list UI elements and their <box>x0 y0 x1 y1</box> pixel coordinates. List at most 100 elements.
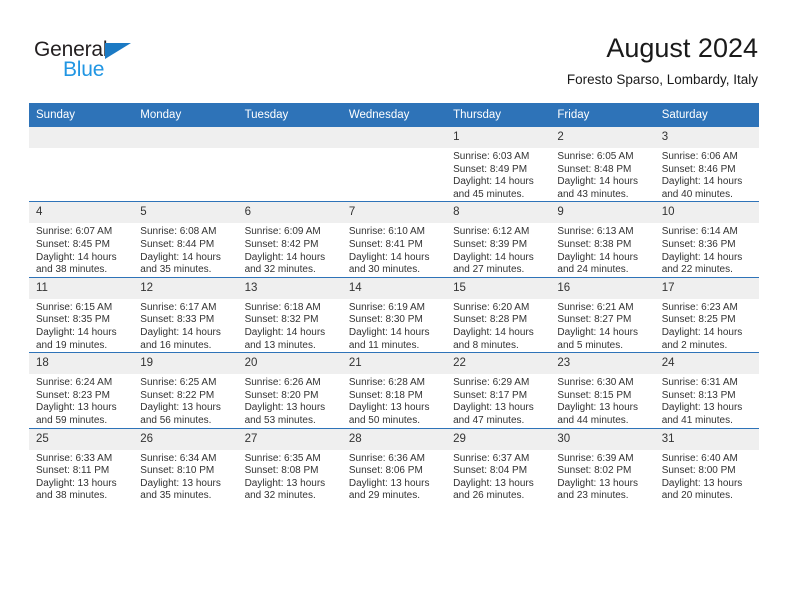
day-details: Sunrise: 6:33 AM Sunset: 8:11 PM Daylight:… <box>29 450 133 503</box>
weekday-header-sunday: Sunday <box>29 103 134 127</box>
calendar-day-cell[interactable]: 28 Sunrise: 6:36 AM Sunset: 8:06 PM Dayligh… <box>341 427 447 503</box>
calendar-day-cell[interactable]: 6 Sunrise: 6:09 AM Sunset: 8:42 PM Daylight… <box>237 201 342 278</box>
day-number: 3 <box>654 127 759 148</box>
day-detail-line: Sunset: 8:27 PM <box>557 314 632 326</box>
day-details: Sunrise: 6:30 AM Sunset: 8:15 PM Daylight:… <box>550 374 654 427</box>
day-detail-line: Sunset: 8:35 PM <box>36 314 110 326</box>
calendar-day-cell[interactable]: 30 Sunrise: 6:39 AM Sunset: 8:02 PM Dayligh… <box>550 427 655 503</box>
calendar-day-cell[interactable]: 26 Sunrise: 6:34 AM Sunset: 8:10 PM Dayligh… <box>133 427 238 503</box>
day-detail-line: Sunset: 8:48 PM <box>557 163 632 175</box>
day-detail-line: Sunset: 8:11 PM <box>36 465 110 477</box>
calendar-week-row: 25 Sunrise: 6:33 AM Sunset: 8:11 PM Dayligh… <box>29 427 759 503</box>
calendar-day-cell[interactable]: 29 Sunrise: 6:37 AM Sunset: 8:04 PM Dayligh… <box>446 427 551 503</box>
calendar-day-cell[interactable]: 8 Sunrise: 6:12 AM Sunset: 8:39 PM Daylight… <box>446 201 551 278</box>
day-details: Sunrise: 6:23 AM Sunset: 8:25 PM Daylight:… <box>655 299 759 352</box>
weekday-header-friday: Friday <box>550 103 655 127</box>
calendar-day-cell[interactable]: 23 Sunrise: 6:30 AM Sunset: 8:15 PM Dayligh… <box>550 352 655 428</box>
calendar-day-cell[interactable]: 12 Sunrise: 6:17 AM Sunset: 8:33 PM Dayligh… <box>133 276 238 353</box>
day-number: 29 <box>446 428 551 450</box>
day-detail-line: Sunrise: 6:23 AM <box>661 301 738 313</box>
calendar-day-cell[interactable]: 5 Sunrise: 6:08 AM Sunset: 8:44 PM Daylight… <box>133 201 238 278</box>
day-detail-line: and 11 minutes. <box>348 339 420 351</box>
day-detail-line: and 20 minutes. <box>661 490 733 502</box>
title-block: August 2024 Foresto Sparso, Lombardy, It… <box>567 32 758 90</box>
day-number: 21 <box>341 353 447 375</box>
day-number: 20 <box>237 353 342 375</box>
day-detail-line: and 40 minutes. <box>661 188 733 200</box>
day-detail-line: Sunset: 8:23 PM <box>36 389 110 401</box>
day-details: Sunrise: 6:12 AM Sunset: 8:39 PM Daylight:… <box>446 223 550 276</box>
general-blue-logo[interactable]: General Blue <box>34 38 204 84</box>
calendar-day-cell[interactable]: 18 Sunrise: 6:24 AM Sunset: 8:23 PM Dayligh… <box>29 352 134 428</box>
day-detail-line: Sunset: 8:17 PM <box>453 389 528 401</box>
calendar-day-cell[interactable]: 4 Sunrise: 6:07 AM Sunset: 8:45 PM Daylight… <box>29 201 134 278</box>
day-detail-line: and 38 minutes. <box>36 264 108 276</box>
day-detail-line: Sunrise: 6:29 AM <box>453 377 530 389</box>
calendar-day-cell[interactable]: 27 Sunrise: 6:35 AM Sunset: 8:08 PM Dayligh… <box>237 427 342 503</box>
weekday-header-thursday: Thursday <box>446 103 551 127</box>
day-detail-line: Sunrise: 6:18 AM <box>244 301 321 313</box>
calendar-day-cell[interactable]: 10 Sunrise: 6:14 AM Sunset: 8:36 PM Dayligh… <box>654 201 759 278</box>
day-detail-line: Sunrise: 6:17 AM <box>140 301 217 313</box>
day-detail-line: Daylight: 14 hours <box>244 326 326 338</box>
day-detail-line: and 24 minutes. <box>557 264 629 276</box>
day-detail-line: and 30 minutes. <box>348 264 421 276</box>
day-detail-line: Daylight: 13 hours <box>140 477 221 489</box>
day-detail-line: Daylight: 13 hours <box>348 477 430 489</box>
day-detail-line: Daylight: 14 hours <box>348 326 430 338</box>
calendar-cell-empty <box>237 127 342 202</box>
calendar-table: Sunday Monday Tuesday Wednesday Thursday Frid… <box>29 103 759 503</box>
calendar-day-cell[interactable]: 15 Sunrise: 6:20 AM Sunset: 8:28 PM Dayligh… <box>446 276 551 353</box>
calendar-day-cell[interactable]: 1 Sunrise: 6:03 AM Sunset: 8:49 PM Daylight… <box>446 127 551 202</box>
day-detail-line: Daylight: 14 hours <box>140 251 221 263</box>
day-number: 4 <box>29 202 134 224</box>
calendar-day-cell[interactable]: 7 Sunrise: 6:10 AM Sunset: 8:41 PM Daylight… <box>341 201 447 278</box>
calendar-day-cell[interactable]: 17 Sunrise: 6:23 AM Sunset: 8:25 PM Dayligh… <box>654 276 759 353</box>
day-detail-line: and 2 minutes. <box>661 339 728 351</box>
day-number: 13 <box>237 277 342 299</box>
day-detail-line: Daylight: 14 hours <box>140 326 221 338</box>
calendar-day-cell[interactable]: 19 Sunrise: 6:25 AM Sunset: 8:22 PM Dayligh… <box>133 352 238 428</box>
day-detail-line: and 13 minutes. <box>244 339 316 351</box>
day-details: Sunrise: 6:19 AM Sunset: 8:30 PM Daylight:… <box>342 299 446 352</box>
day-detail-line: Daylight: 14 hours <box>36 326 117 338</box>
day-detail-line: Sunset: 8:28 PM <box>453 314 528 326</box>
calendar-day-cell[interactable]: 11 Sunrise: 6:15 AM Sunset: 8:35 PM Dayligh… <box>29 276 134 353</box>
day-detail-line: and 32 minutes. <box>244 264 316 276</box>
calendar-day-cell[interactable]: 20 Sunrise: 6:26 AM Sunset: 8:20 PM Dayligh… <box>237 352 342 428</box>
logo-triangle-icon <box>105 43 131 59</box>
day-detail-line: and 16 minutes. <box>140 339 212 351</box>
calendar-day-cell[interactable]: 14 Sunrise: 6:19 AM Sunset: 8:30 PM Dayligh… <box>341 276 447 353</box>
day-detail-line: Sunrise: 6:31 AM <box>661 377 738 389</box>
day-details: Sunrise: 6:26 AM Sunset: 8:20 PM Daylight:… <box>238 374 342 427</box>
calendar-day-cell[interactable]: 25 Sunrise: 6:33 AM Sunset: 8:11 PM Dayligh… <box>29 427 134 503</box>
calendar-day-cell[interactable]: 13 Sunrise: 6:18 AM Sunset: 8:32 PM Dayligh… <box>237 276 342 353</box>
day-detail-line: and 19 minutes. <box>36 339 108 351</box>
day-detail-line: Sunset: 8:38 PM <box>557 238 632 250</box>
day-number: 31 <box>654 428 759 450</box>
day-detail-line: Daylight: 13 hours <box>348 402 430 414</box>
weekday-header-tuesday: Tuesday <box>237 103 342 127</box>
calendar-day-cell[interactable]: 22 Sunrise: 6:29 AM Sunset: 8:17 PM Dayligh… <box>446 352 551 428</box>
calendar-day-cell[interactable]: 3 Sunrise: 6:06 AM Sunset: 8:46 PM Daylight… <box>654 127 759 202</box>
calendar-cell-empty <box>133 127 238 202</box>
calendar-day-cell[interactable]: 2 Sunrise: 6:05 AM Sunset: 8:48 PM Daylight… <box>550 127 655 202</box>
day-details: Sunrise: 6:25 AM Sunset: 8:22 PM Daylight:… <box>133 374 237 427</box>
calendar-day-cell[interactable]: 21 Sunrise: 6:28 AM Sunset: 8:18 PM Dayligh… <box>341 352 447 428</box>
day-detail-line: Daylight: 14 hours <box>557 326 639 338</box>
calendar-day-cell[interactable]: 9 Sunrise: 6:13 AM Sunset: 8:38 PM Daylight… <box>550 201 655 278</box>
day-detail-line: and 53 minutes. <box>244 414 316 426</box>
calendar-day-cell[interactable]: 16 Sunrise: 6:21 AM Sunset: 8:27 PM Dayligh… <box>550 276 655 353</box>
day-detail-line: Daylight: 13 hours <box>244 402 326 414</box>
day-detail-line: Sunset: 8:02 PM <box>557 465 632 477</box>
day-detail-line: Sunset: 8:33 PM <box>140 314 215 326</box>
day-detail-line: Sunset: 8:22 PM <box>140 389 215 401</box>
day-detail-line: Sunrise: 6:03 AM <box>453 151 530 162</box>
calendar-day-cell[interactable]: 31 Sunrise: 6:40 AM Sunset: 8:00 PM Dayligh… <box>654 427 759 503</box>
day-detail-line: Sunrise: 6:35 AM <box>244 452 321 464</box>
calendar-day-cell[interactable]: 24 Sunrise: 6:31 AM Sunset: 8:13 PM Dayligh… <box>654 352 759 428</box>
day-details: Sunrise: 6:13 AM Sunset: 8:38 PM Daylight:… <box>550 223 654 276</box>
day-number: 7 <box>341 202 447 224</box>
day-number: 9 <box>550 202 655 224</box>
day-number: 2 <box>550 127 655 148</box>
